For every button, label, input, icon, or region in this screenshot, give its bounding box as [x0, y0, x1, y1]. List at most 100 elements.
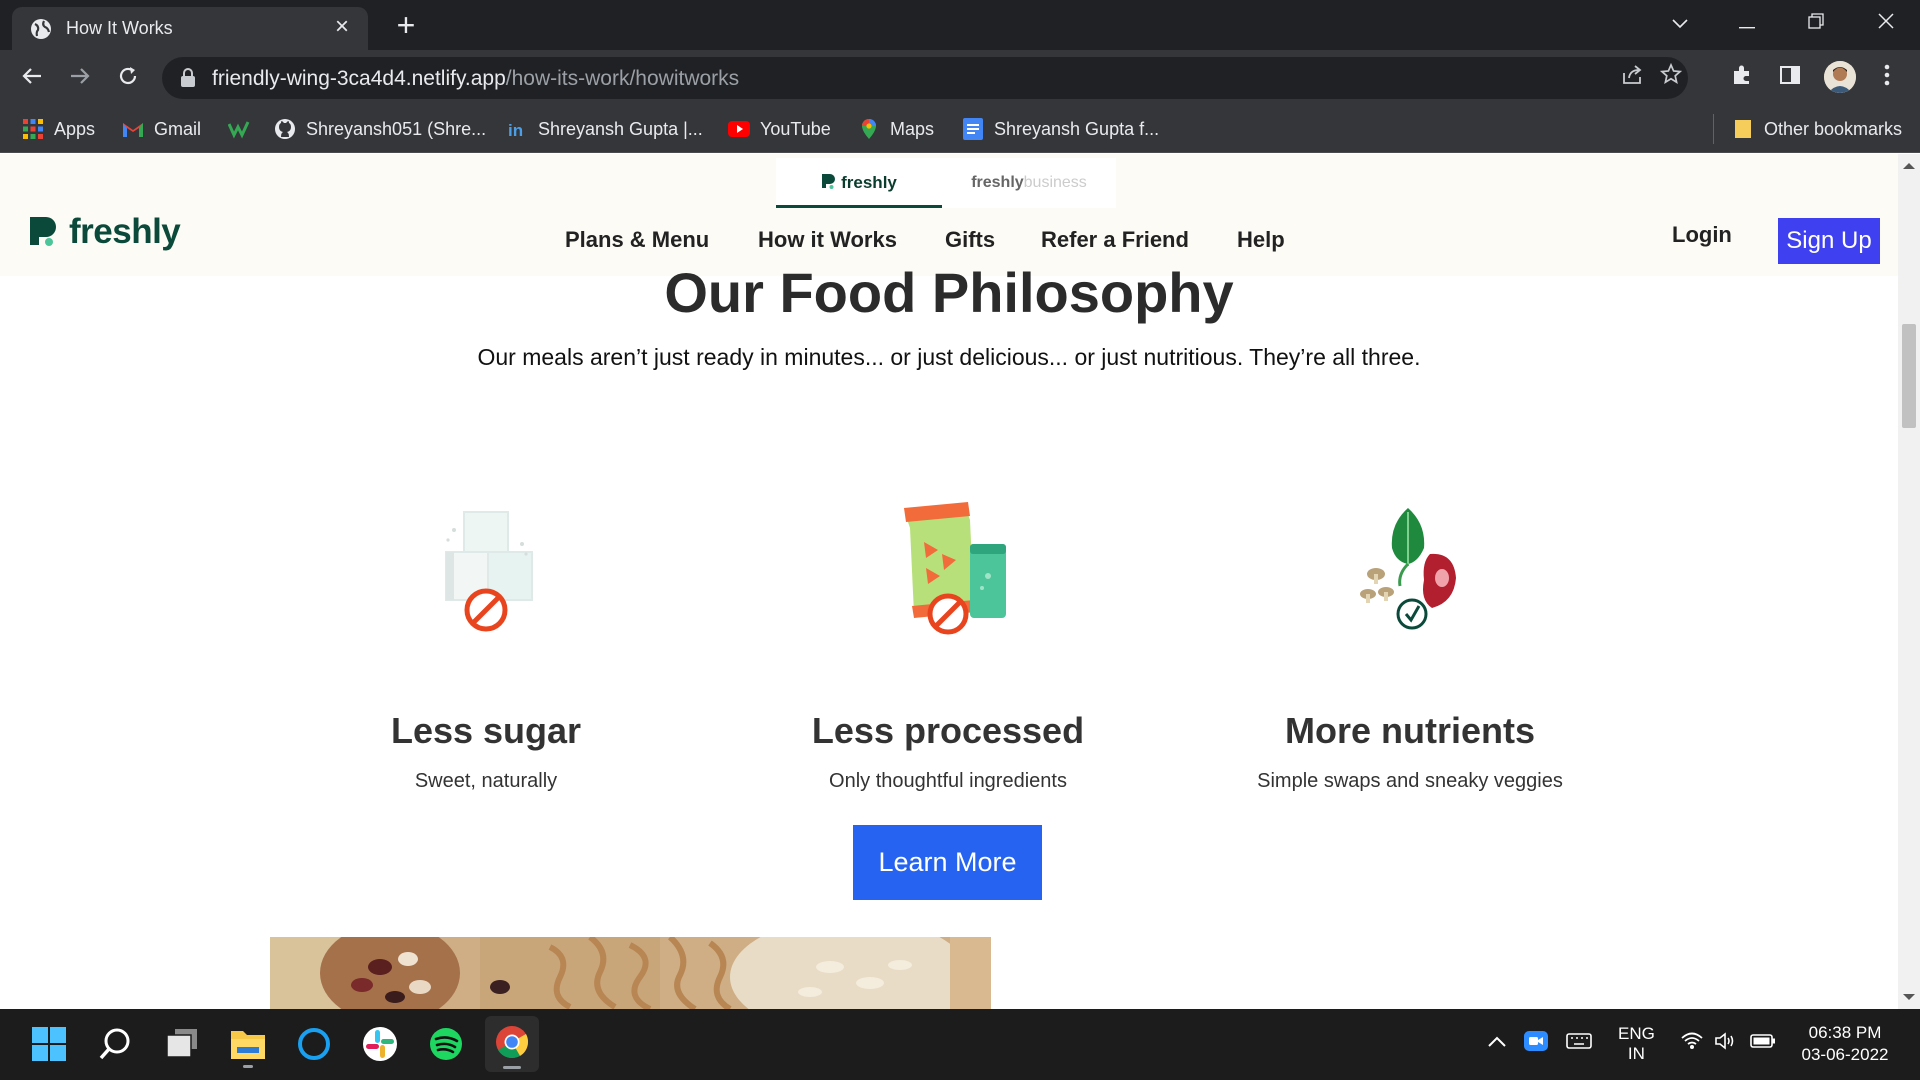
brand-tab-freshly[interactable]: freshly: [776, 158, 942, 208]
keyboard-tray-icon[interactable]: [1566, 1031, 1592, 1056]
forward-button[interactable]: [62, 60, 98, 96]
bookmark-star-icon[interactable]: [1656, 62, 1686, 93]
svg-text:in: in: [508, 121, 523, 140]
volume-icon[interactable]: [1714, 1031, 1738, 1056]
bookmark-w[interactable]: [228, 115, 260, 143]
feature-less-sugar: Less sugar Sweet, naturally: [256, 502, 716, 793]
spotify-icon[interactable]: [421, 1019, 471, 1069]
close-window-button[interactable]: [1866, 8, 1906, 38]
web-page: freshly freshlybusiness freshly Plans & …: [0, 154, 1898, 1009]
chrome-taskbar-icon[interactable]: [485, 1016, 539, 1072]
bookmark-youtube[interactable]: YouTube: [728, 115, 831, 143]
page-scrollbar[interactable]: [1898, 154, 1920, 1009]
brand-tab-label: freshly: [841, 173, 897, 192]
sugar-cubes-icon: [426, 502, 546, 642]
feature-less-processed: Less processed Only thoughtful ingredien…: [718, 502, 1178, 793]
freshly-logo[interactable]: freshly: [29, 212, 181, 252]
restore-button[interactable]: [1796, 8, 1836, 38]
maps-pin-icon: [862, 118, 876, 139]
input-language[interactable]: ENG IN: [1618, 1024, 1655, 1064]
battery-icon[interactable]: [1750, 1033, 1776, 1054]
lang-top: ENG: [1618, 1024, 1655, 1043]
bookmark-gmail[interactable]: Gmail: [122, 115, 201, 143]
lock-icon: [181, 68, 195, 87]
bookmark-label: Maps: [890, 119, 935, 139]
bookmark-docs[interactable]: Shreyansh Gupta f...: [962, 115, 1159, 143]
side-panel-icon[interactable]: [1773, 62, 1807, 96]
zoom-tray-icon[interactable]: [1524, 1031, 1548, 1056]
tab-search-chevron-icon[interactable]: [1660, 8, 1700, 38]
cortana-icon[interactable]: [289, 1019, 339, 1069]
scroll-down-arrow-icon[interactable]: [1903, 994, 1915, 1000]
bookmark-github[interactable]: Shreyansh051 (Shre...: [274, 115, 486, 143]
file-explorer-icon[interactable]: [223, 1019, 273, 1069]
login-link[interactable]: Login: [1672, 222, 1732, 248]
bookmark-maps[interactable]: Maps: [858, 115, 934, 143]
new-tab-button[interactable]: +: [390, 9, 422, 42]
other-bookmarks-label: Other bookmarks: [1764, 119, 1903, 139]
bookmarks-bar: Apps Gmail Shreyansh051 (Shre... in Shrey…: [0, 106, 1920, 153]
clock[interactable]: 06:38 PM 03-06-2022: [1795, 1022, 1895, 1066]
freshly-mark-icon: [822, 174, 836, 190]
tray-overflow-chevron-icon[interactable]: [1487, 1033, 1507, 1053]
url-text: friendly-wing-3ca4d4.netlify.app/how-its…: [212, 67, 739, 91]
clock-time: 06:38 PM: [1808, 1023, 1882, 1042]
youtube-icon: [728, 120, 750, 137]
bookmark-linkedin[interactable]: in Shreyansh Gupta |...: [506, 115, 703, 143]
brand-switcher: freshly freshlybusiness: [776, 158, 1116, 208]
bookmark-label: Shreyansh051 (Shre...: [306, 119, 487, 139]
slack-icon[interactable]: [355, 1019, 405, 1069]
nav-how-it-works[interactable]: How it Works: [758, 227, 897, 253]
address-bar[interactable]: friendly-wing-3ca4d4.netlify.app/how-its…: [162, 57, 1688, 99]
w-logo-icon: [228, 121, 250, 139]
browser-tab[interactable]: How It Works ×: [12, 7, 368, 50]
search-icon[interactable]: [90, 1019, 140, 1069]
back-button[interactable]: [14, 60, 50, 96]
tab-title: How It Works: [66, 18, 173, 38]
logo-text: freshly: [69, 212, 181, 251]
profile-avatar[interactable]: [1824, 61, 1856, 93]
minimize-button[interactable]: [1727, 8, 1767, 38]
github-icon: [275, 118, 295, 139]
site-header: freshly freshlybusiness freshly Plans & …: [0, 154, 1898, 276]
scrollbar-thumb[interactable]: [1902, 324, 1916, 428]
gmail-icon: [123, 122, 143, 137]
linkedin-icon: in: [506, 117, 528, 140]
bookmark-label: Gmail: [154, 119, 202, 139]
nav-help[interactable]: Help: [1237, 227, 1285, 253]
browser-menu-icon[interactable]: [1870, 62, 1904, 96]
clock-date: 03-06-2022: [1801, 1045, 1889, 1064]
reload-button[interactable]: [110, 60, 146, 96]
scroll-up-arrow-icon[interactable]: [1903, 163, 1915, 169]
brand-tab-business-prefix: freshly: [971, 174, 1024, 191]
globe-icon: [31, 19, 51, 39]
signup-button[interactable]: Sign Up: [1778, 218, 1880, 264]
nav-plans-menu[interactable]: Plans & Menu: [565, 227, 709, 253]
bookmark-label: Shreyansh Gupta |...: [538, 119, 703, 139]
nav-refer-a-friend[interactable]: Refer a Friend: [1041, 227, 1189, 253]
bookmark-label: Shreyansh Gupta f...: [994, 119, 1160, 139]
bookmark-label: YouTube: [760, 119, 831, 139]
extensions-puzzle-icon[interactable]: [1725, 62, 1759, 96]
url-path: /how-its-work/howitworks: [505, 67, 740, 90]
wifi-icon[interactable]: [1680, 1031, 1704, 1056]
browser-tab-bar: How It Works × +: [0, 0, 1920, 50]
task-view-icon[interactable]: [157, 1019, 207, 1069]
other-bookmarks[interactable]: Other bookmarks: [1732, 115, 1902, 143]
url-host: friendly-wing-3ca4d4.netlify.app: [212, 67, 506, 90]
feature-subtitle: Simple swaps and sneaky veggies: [1257, 770, 1563, 792]
tab-close-icon[interactable]: ×: [328, 13, 356, 41]
nav-gifts[interactable]: Gifts: [945, 227, 995, 253]
windows-taskbar: ENG IN 06:38 PM 03-06-2022: [0, 1009, 1920, 1080]
back-arrow-icon: [22, 68, 41, 84]
learn-more-button[interactable]: Learn More: [853, 825, 1042, 900]
share-icon[interactable]: [1618, 63, 1648, 93]
freshly-logo-icon: [30, 216, 56, 246]
brand-tab-business-suffix: business: [1023, 174, 1087, 191]
bookmark-apps[interactable]: Apps: [22, 115, 95, 143]
windows-start-icon[interactable]: [24, 1019, 74, 1069]
lang-bottom: IN: [1627, 1044, 1645, 1063]
brand-tab-business[interactable]: freshlybusiness: [942, 158, 1116, 208]
philosophy-subtitle: Our meals aren’t just ready in minutes..…: [477, 344, 1421, 370]
screen: How It Works × + friendly-wing-3ca4d4.ne…: [0, 0, 1920, 1080]
